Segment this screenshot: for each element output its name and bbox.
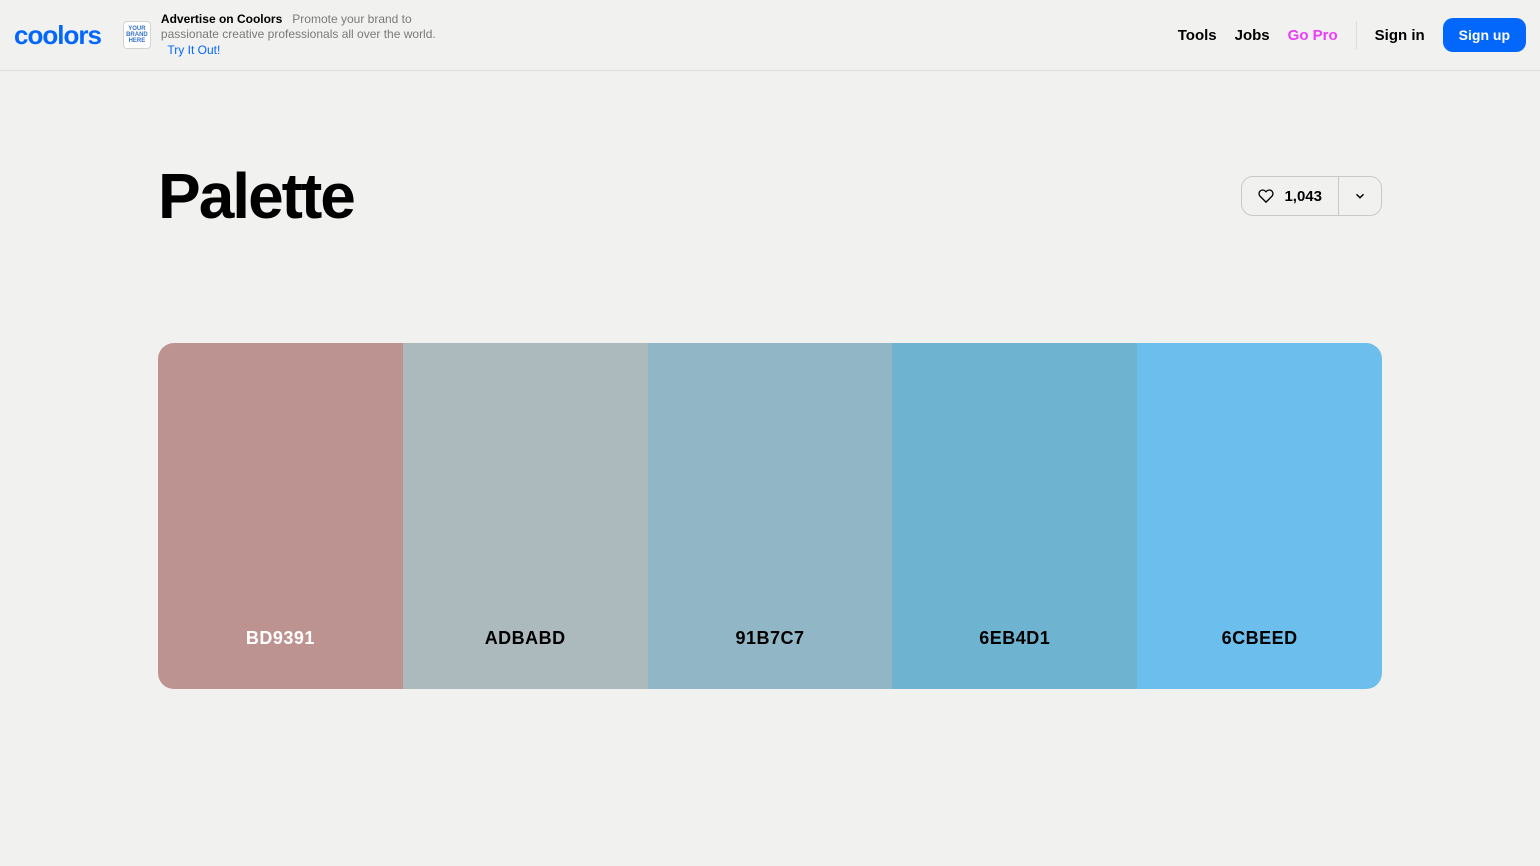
page-title: Palette xyxy=(158,159,354,233)
palette: BD9391 ADBABD 91B7C7 6EB4D1 6CBEED xyxy=(158,343,1382,689)
color-swatch-4[interactable]: 6CBEED xyxy=(1137,343,1382,689)
color-hex-label: 91B7C7 xyxy=(735,628,804,649)
color-hex-label: 6CBEED xyxy=(1222,628,1298,649)
ad-try-link[interactable]: Try It Out! xyxy=(167,43,220,57)
heart-icon xyxy=(1258,188,1274,204)
color-hex-label: BD9391 xyxy=(246,628,315,649)
like-button[interactable]: 1,043 xyxy=(1242,177,1338,215)
nav-sign-in[interactable]: Sign in xyxy=(1375,27,1425,44)
nav-jobs[interactable]: Jobs xyxy=(1235,27,1270,44)
nav-tools[interactable]: Tools xyxy=(1178,27,1217,44)
main-content: Palette 1,043 BD9391 ADBABD 91B7C7 6EB4D1 6C… xyxy=(158,71,1382,689)
logo[interactable]: coolors xyxy=(14,20,101,51)
top-header: coolors YOUR BRAND HERE Advertise on Coo… xyxy=(0,0,1540,71)
color-swatch-1[interactable]: ADBABD xyxy=(403,343,648,689)
nav-go-pro[interactable]: Go Pro xyxy=(1288,27,1338,44)
nav-right: Tools Jobs Go Pro Sign in Sign up xyxy=(1178,18,1526,52)
advertise-block[interactable]: YOUR BRAND HERE Advertise on Coolors Pro… xyxy=(123,12,441,59)
ad-text: Advertise on Coolors Promote your brand … xyxy=(161,12,441,59)
nav-divider xyxy=(1356,21,1357,49)
color-hex-label: ADBABD xyxy=(485,628,566,649)
ad-brand-icon: YOUR BRAND HERE xyxy=(123,21,151,49)
color-swatch-0[interactable]: BD9391 xyxy=(158,343,403,689)
like-count: 1,043 xyxy=(1284,188,1322,205)
ad-title: Advertise on Coolors xyxy=(161,12,282,26)
chevron-down-icon xyxy=(1353,189,1367,203)
color-swatch-3[interactable]: 6EB4D1 xyxy=(892,343,1137,689)
color-hex-label: 6EB4D1 xyxy=(979,628,1050,649)
color-swatch-2[interactable]: 91B7C7 xyxy=(648,343,893,689)
sign-up-button[interactable]: Sign up xyxy=(1443,18,1526,52)
actions-dropdown-button[interactable] xyxy=(1338,177,1381,215)
palette-actions: 1,043 xyxy=(1241,176,1382,216)
title-row: Palette 1,043 xyxy=(158,159,1382,233)
